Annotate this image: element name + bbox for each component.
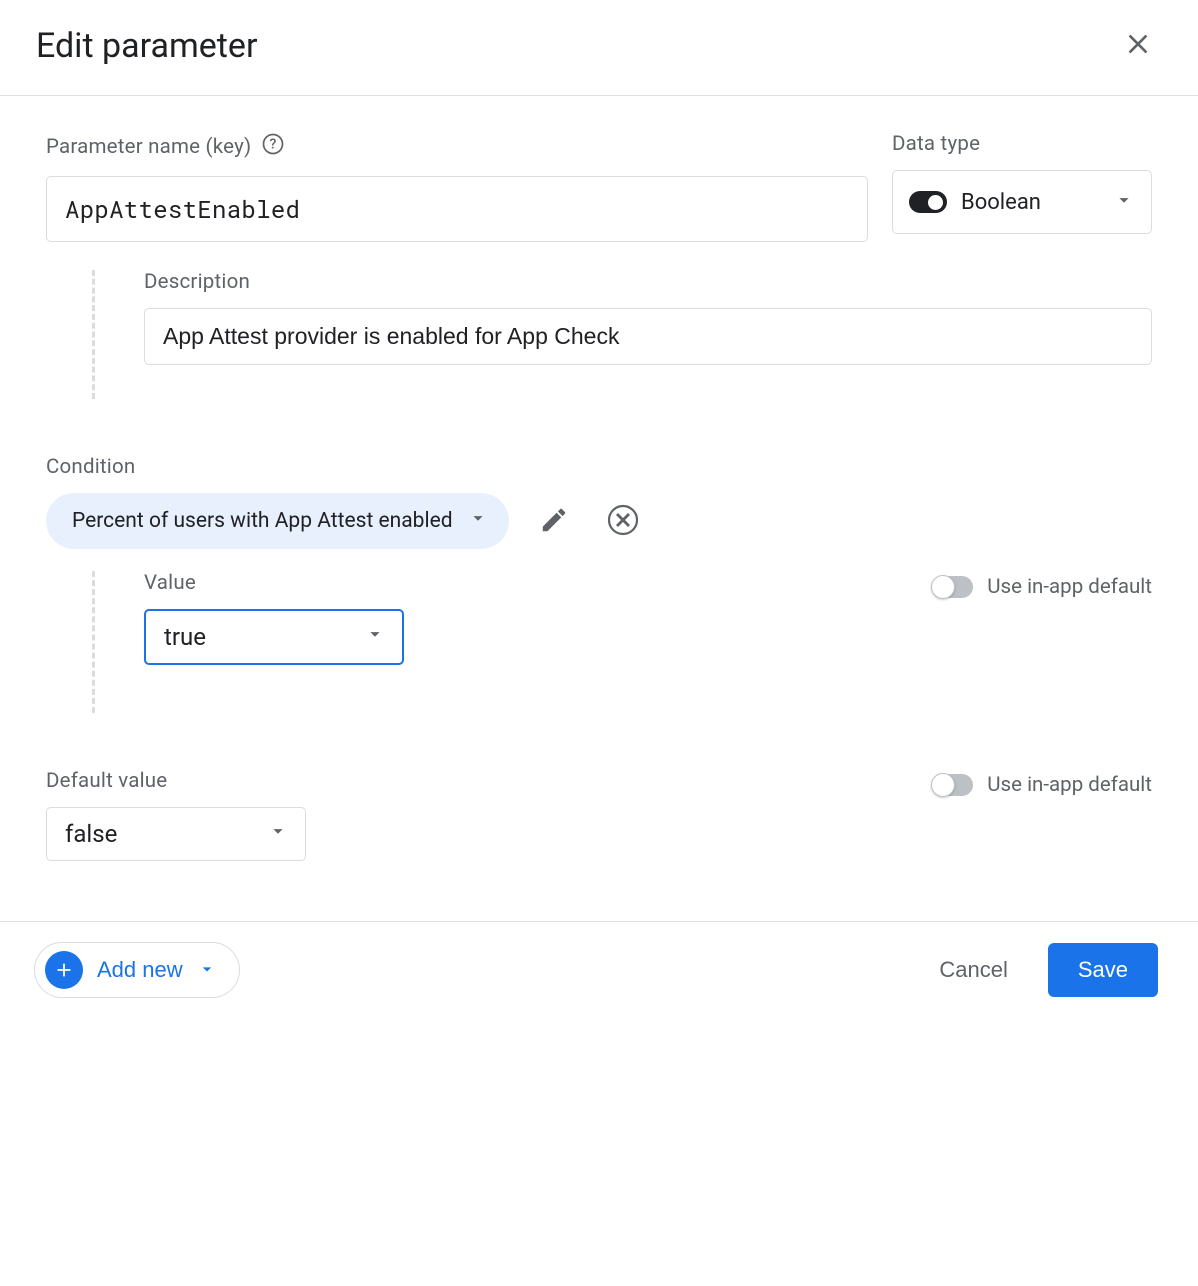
- description-block: Description: [92, 270, 1152, 399]
- condition-value-label: Value: [144, 571, 404, 595]
- svg-text:?: ?: [270, 137, 277, 153]
- remove-circle-icon: [605, 502, 641, 538]
- condition-section: Condition Percent of users with App Atte…: [46, 455, 1152, 713]
- plus-icon: [45, 951, 83, 989]
- condition-inapp-toggle-row: Use in-app default: [933, 575, 1152, 599]
- condition-chip[interactable]: Percent of users with App Attest enabled: [46, 493, 509, 549]
- remove-condition-button[interactable]: [599, 496, 647, 547]
- condition-chip-text: Percent of users with App Attest enabled: [72, 509, 453, 533]
- data-type-label: Data type: [892, 132, 1152, 156]
- chevron-down-icon: [364, 623, 386, 651]
- condition-row: Percent of users with App Attest enabled: [46, 493, 1152, 549]
- dialog-header: Edit parameter: [0, 0, 1198, 96]
- default-value-select[interactable]: false: [46, 807, 306, 861]
- dialog-content: Parameter name (key) ? Data type Boolean: [0, 96, 1198, 921]
- data-type-select[interactable]: Boolean: [892, 170, 1152, 234]
- pencil-icon: [539, 505, 569, 535]
- condition-value-select[interactable]: true: [144, 609, 404, 665]
- default-value-left: Default value false: [46, 769, 306, 861]
- cancel-button[interactable]: Cancel: [933, 956, 1013, 984]
- default-inapp-toggle-row: Use in-app default: [933, 773, 1152, 797]
- add-new-label: Add new: [97, 957, 183, 983]
- close-icon: [1122, 28, 1154, 60]
- chevron-down-icon: [1113, 189, 1135, 215]
- param-name-column: Parameter name (key) ?: [46, 132, 868, 242]
- chevron-down-icon: [467, 507, 489, 535]
- condition-value-text: true: [164, 623, 206, 651]
- dialog-footer: Add new Cancel Save: [0, 921, 1198, 1018]
- add-new-button[interactable]: Add new: [34, 942, 240, 998]
- param-name-label-text: Parameter name (key): [46, 135, 251, 159]
- chevron-down-icon: [267, 820, 289, 848]
- param-name-label: Parameter name (key) ?: [46, 132, 868, 162]
- close-button[interactable]: [1118, 24, 1158, 67]
- condition-value-block: Value true Use in-app default: [92, 571, 1152, 713]
- condition-inapp-label: Use in-app default: [987, 575, 1152, 599]
- data-type-value: Boolean: [961, 190, 1041, 215]
- default-inapp-label: Use in-app default: [987, 773, 1152, 797]
- footer-actions: Cancel Save: [933, 943, 1158, 997]
- condition-value-row: Value true Use in-app default: [144, 571, 1152, 665]
- chevron-down-icon: [197, 959, 217, 982]
- dialog-title: Edit parameter: [36, 26, 257, 66]
- boolean-icon: [909, 191, 947, 213]
- help-icon[interactable]: ?: [261, 132, 285, 162]
- param-top-row: Parameter name (key) ? Data type Boolean: [46, 132, 1152, 242]
- condition-value-left: Value true: [144, 571, 404, 665]
- param-name-input[interactable]: [46, 176, 868, 242]
- condition-label: Condition: [46, 455, 1152, 479]
- default-value-text: false: [65, 820, 117, 848]
- default-value-section: Default value false Use in-app default: [46, 769, 1152, 861]
- default-value-label: Default value: [46, 769, 306, 793]
- condition-inapp-toggle[interactable]: [933, 576, 973, 598]
- data-type-column: Data type Boolean: [892, 132, 1152, 242]
- default-inapp-toggle[interactable]: [933, 774, 973, 796]
- description-input[interactable]: [144, 308, 1152, 365]
- description-label: Description: [144, 270, 1152, 294]
- edit-condition-button[interactable]: [533, 499, 575, 544]
- save-button[interactable]: Save: [1048, 943, 1158, 997]
- edit-parameter-dialog: Edit parameter Parameter name (key) ? Da…: [0, 0, 1198, 1018]
